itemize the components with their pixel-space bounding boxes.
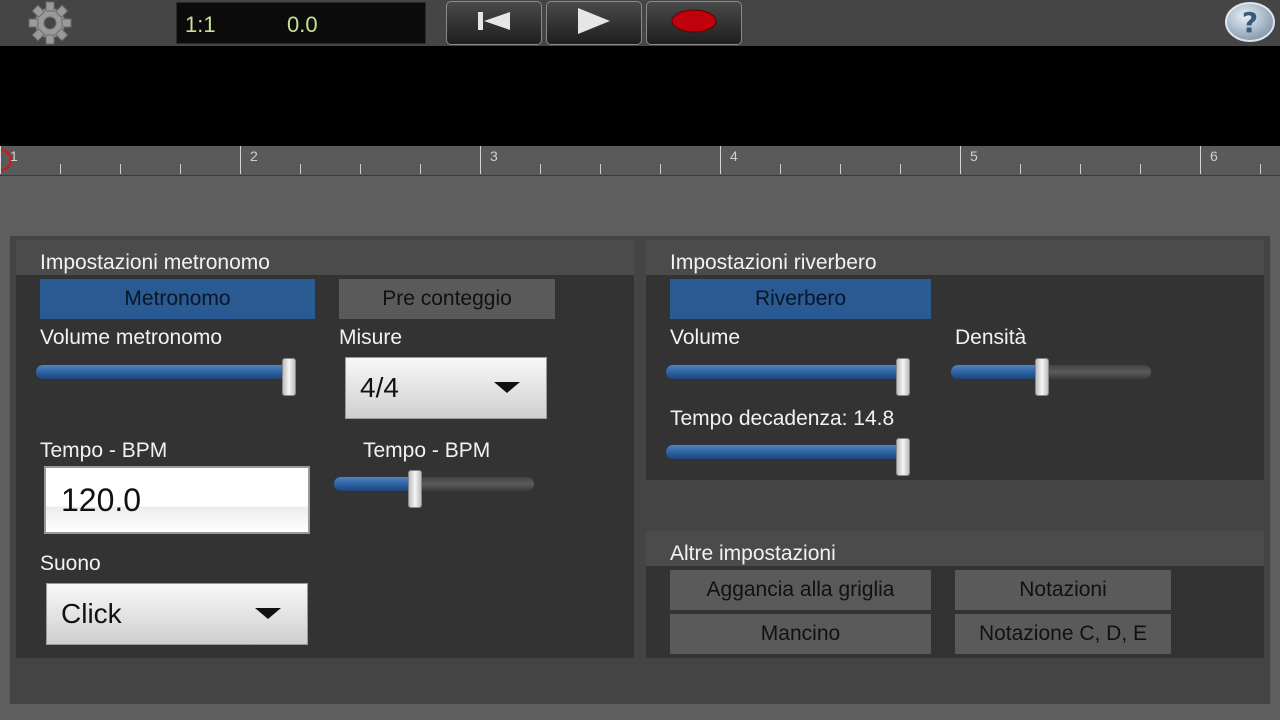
skip-to-start-icon	[474, 9, 514, 37]
measures-value: 4/4	[360, 372, 399, 403]
ruler-minor-tick	[600, 164, 601, 174]
top-toolbar: 1:1 0.0 ?	[0, 0, 1280, 46]
ruler-measure-number: 1	[10, 148, 18, 164]
ruler-minor-tick	[420, 164, 421, 174]
slider-knob[interactable]	[896, 438, 910, 476]
tempo-bpm-slider[interactable]	[334, 470, 534, 508]
ruler-measure-number: 2	[250, 148, 258, 164]
snap-to-grid-button[interactable]: Aggancia alla griglia	[670, 570, 931, 610]
record-button[interactable]	[646, 1, 742, 45]
sound-label: Suono	[40, 552, 101, 575]
metronome-toggle[interactable]: Metronomo	[40, 279, 315, 319]
svg-text:?: ?	[1242, 6, 1258, 39]
sound-value: Click	[61, 598, 122, 629]
play-button[interactable]	[546, 1, 642, 45]
ruler-major-tick	[480, 146, 481, 174]
record-icon	[669, 8, 719, 38]
density-slider[interactable]	[951, 358, 1151, 396]
ruler-major-tick	[0, 146, 1, 174]
left-handed-button[interactable]: Mancino	[670, 614, 931, 654]
slider-knob[interactable]	[1035, 358, 1049, 396]
ruler-minor-tick	[120, 164, 121, 174]
measures-label: Misure	[339, 326, 403, 349]
settings-container: Impostazioni metronomo Metronomo Pre con…	[10, 236, 1270, 704]
notation-cde-button[interactable]: Notazione C, D, E	[955, 614, 1171, 654]
ruler-minor-tick	[300, 164, 301, 174]
decay-time-slider[interactable]	[666, 438, 910, 476]
slider-knob[interactable]	[282, 358, 296, 396]
chevron-down-icon	[494, 382, 520, 393]
ruler-major-tick	[960, 146, 961, 174]
reverb-volume-label: Volume	[670, 326, 741, 349]
ruler-minor-tick	[840, 164, 841, 174]
ruler-minor-tick	[900, 164, 901, 174]
tempo-slider-label: Tempo - BPM	[363, 439, 491, 462]
ruler-major-tick	[240, 146, 241, 174]
position-display: 1:1 0.0	[176, 2, 426, 44]
decay-time-label: Tempo decadenza: 14.8	[670, 407, 895, 430]
chevron-down-icon	[255, 608, 281, 619]
density-label: Densità	[955, 326, 1027, 349]
slider-knob[interactable]	[408, 470, 422, 508]
ruler-measure-number: 5	[970, 148, 978, 164]
other-settings-panel: Altre impostazioni Aggancia alla griglia…	[646, 531, 1264, 658]
rewind-button[interactable]	[446, 1, 542, 45]
play-icon	[574, 7, 614, 39]
reverb-toggle[interactable]: Riverbero	[670, 279, 931, 319]
reverb-panel-title: Impostazioni riverbero	[646, 240, 1264, 275]
metronome-volume-slider[interactable]	[36, 358, 296, 396]
ruler-measure-number: 3	[490, 148, 498, 164]
ruler-minor-tick	[60, 164, 61, 174]
position-readout: 1:1	[185, 12, 216, 37]
time-readout: 0.0	[287, 12, 318, 37]
ruler-minor-tick	[540, 164, 541, 174]
ruler-minor-tick	[180, 164, 181, 174]
slider-knob[interactable]	[896, 358, 910, 396]
metronome-volume-label: Volume metronomo	[40, 326, 223, 349]
track-area[interactable]	[0, 46, 1280, 146]
timeline-ruler[interactable]: 1 2 3 4 5 6	[0, 146, 1280, 176]
ruler-minor-tick	[1080, 164, 1081, 174]
help-icon[interactable]: ?	[1224, 1, 1276, 43]
metronome-panel: Impostazioni metronomo Metronomo Pre con…	[16, 240, 634, 658]
notations-button[interactable]: Notazioni	[955, 570, 1171, 610]
reverb-volume-slider[interactable]	[666, 358, 910, 396]
tempo-bpm-input[interactable]: 120.0	[44, 466, 310, 534]
ruler-minor-tick	[360, 164, 361, 174]
ruler-major-tick	[1200, 146, 1201, 174]
ruler-minor-tick	[1140, 164, 1141, 174]
precount-toggle[interactable]: Pre conteggio	[339, 279, 555, 319]
ruler-minor-tick	[660, 164, 661, 174]
gear-icon[interactable]	[16, 1, 84, 45]
ruler-measure-number: 6	[1210, 148, 1218, 164]
ruler-minor-tick	[1020, 164, 1021, 174]
sound-dropdown[interactable]: Click	[46, 583, 308, 645]
tempo-label: Tempo - BPM	[40, 439, 168, 462]
ruler-major-tick	[720, 146, 721, 174]
ruler-minor-tick	[1260, 164, 1261, 174]
other-settings-title: Altre impostazioni	[646, 531, 1264, 566]
ruler-minor-tick	[780, 164, 781, 174]
metronome-panel-title: Impostazioni metronomo	[16, 240, 634, 275]
ruler-measure-number: 4	[730, 148, 738, 164]
measures-dropdown[interactable]: 4/4	[345, 357, 547, 419]
reverb-panel: Impostazioni riverbero Riverbero Volume …	[646, 240, 1264, 480]
